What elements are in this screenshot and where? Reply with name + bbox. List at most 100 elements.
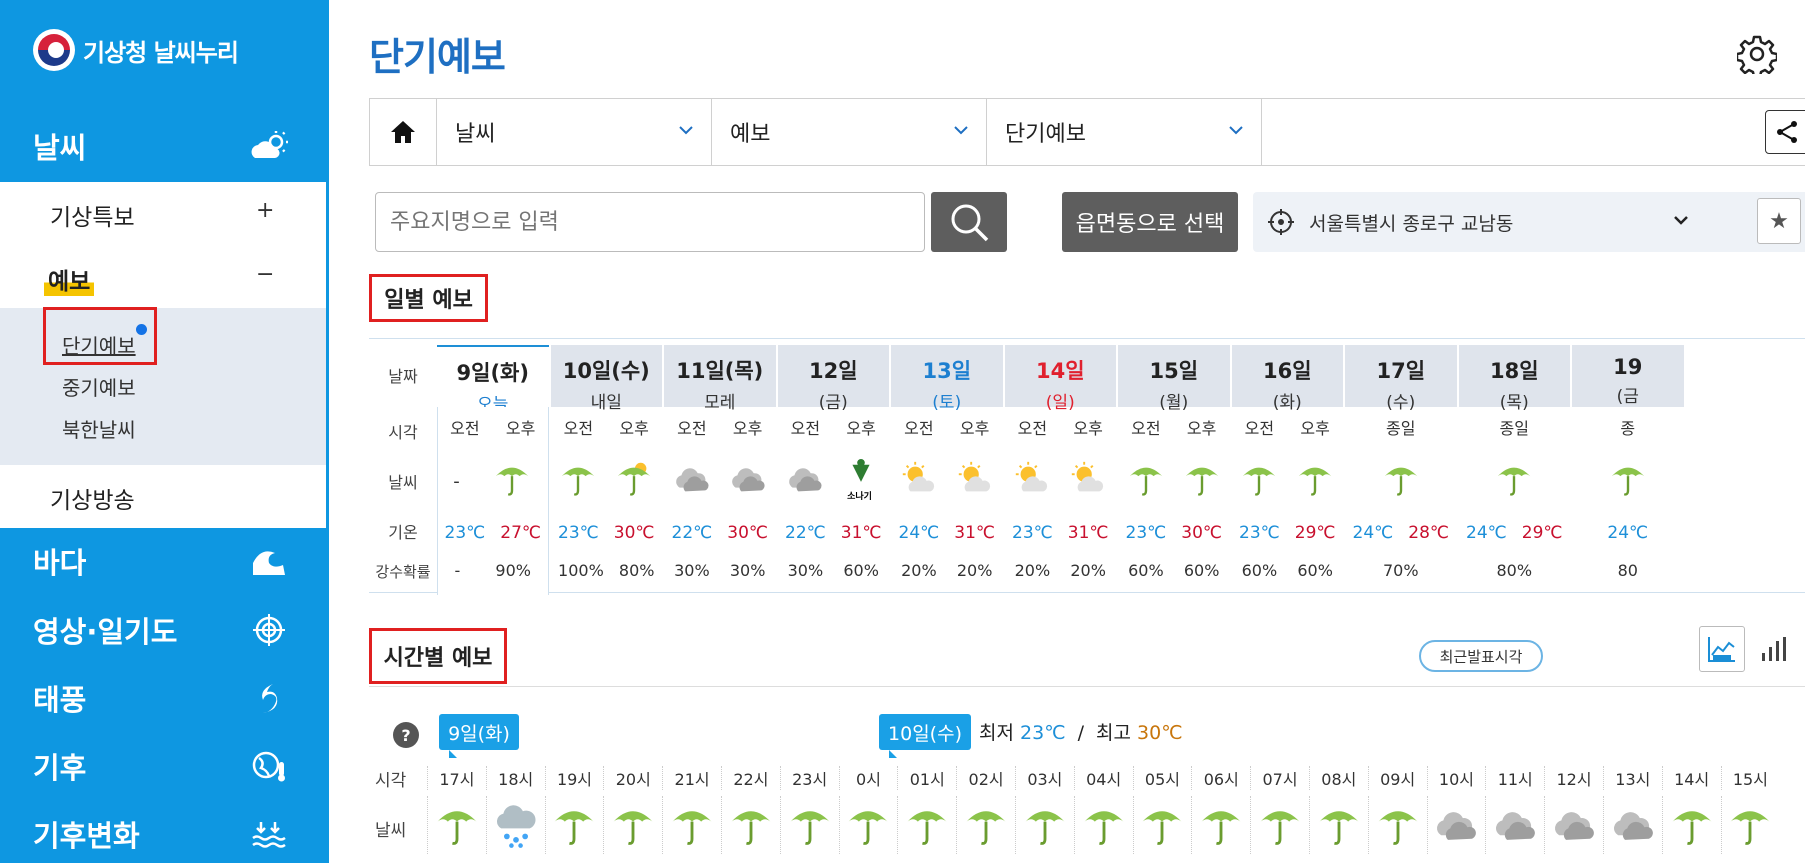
temp-row: 22℃ 31℃ — [778, 523, 890, 543]
umbrella-icon — [1191, 796, 1250, 854]
cloud-sun-icon — [251, 131, 288, 158]
day-date: 18일 — [1489, 359, 1539, 383]
no-data-icon: - — [453, 470, 460, 492]
location-select[interactable]: 서울특별시 종로구 교남동 — [1253, 192, 1805, 252]
hour-label: 15시 — [1720, 766, 1780, 790]
sidebar: 기상청 날씨누리 날씨 기상특보 + 예보 − 단기예보 중기예보 북한날씨 기… — [0, 0, 329, 863]
menu-weather-label: 날씨 — [33, 131, 87, 165]
sun-cloud-icon — [955, 459, 995, 503]
day-header: 11일(목) 모레 — [664, 345, 776, 413]
day-column: 16일 (화) 오전 오후 23℃ 29℃ 60% 60% — [1231, 345, 1343, 595]
pop-value: 30% — [729, 561, 766, 580]
umbrella-icon — [1014, 796, 1074, 854]
section-divider — [369, 686, 1805, 687]
submenu-item-broadcast[interactable]: 기상방송 — [50, 481, 135, 515]
hour-label: 10시 — [1426, 766, 1486, 790]
logo-text: 기상청 날씨누리 — [83, 38, 239, 67]
umbrella-icon — [1250, 796, 1309, 854]
day-tag-tomorrow: 10일(수) — [879, 714, 971, 758]
menu-climate-change[interactable]: 기후변화 — [0, 800, 329, 868]
min-temp: 23℃ — [1012, 523, 1053, 543]
day-sub: (금) — [818, 393, 848, 413]
allday-label: 종일 — [1499, 419, 1529, 438]
day-header: 15일 (월) — [1118, 345, 1230, 413]
home-button[interactable] — [369, 99, 437, 165]
day-date: 11일(목) — [676, 359, 764, 383]
weather-row — [1459, 457, 1571, 505]
hour-label: 02시 — [956, 766, 1015, 790]
search-input[interactable] — [375, 192, 925, 252]
pop-value: 90% — [495, 561, 531, 580]
day-sub: (화) — [1272, 393, 1302, 413]
pop-row: - 90% — [437, 561, 549, 580]
hour-label: 23시 — [779, 766, 839, 790]
day-sub: (목) — [1499, 393, 1529, 413]
day-header: 12일 (금) — [777, 345, 889, 413]
min-temp: 24℃ — [1466, 523, 1507, 543]
breadcrumb-select-weather[interactable]: 날씨 — [437, 99, 712, 165]
share-button[interactable] — [1765, 110, 1805, 154]
help-icon[interactable]: ? — [393, 722, 419, 748]
menu-image-chart[interactable]: 영상·일기도 — [0, 596, 329, 664]
weather-row: 소나기 — [778, 457, 890, 505]
star-icon: ★ — [1769, 208, 1789, 234]
umbrella-icon — [662, 796, 721, 854]
gear-icon[interactable] — [1737, 34, 1777, 74]
submenu-item-warnings[interactable]: 기상특보 — [50, 198, 135, 232]
globe-thermometer-icon — [252, 751, 285, 782]
chevron-down-icon — [1229, 126, 1243, 135]
recent-announce-button[interactable]: 최근발표시각 — [1419, 640, 1543, 672]
umbrella-icon — [1381, 459, 1421, 503]
radar-icon — [253, 614, 285, 646]
temp-row: 23℃ 30℃ — [551, 523, 663, 543]
emd-select-button[interactable]: 읍면동으로 선택 — [1062, 192, 1238, 252]
breadcrumb-select-forecast[interactable]: 예보 — [712, 99, 987, 165]
day-date: 16일 — [1262, 359, 1312, 383]
expand-icon[interactable]: + — [256, 198, 274, 223]
chevron-down-icon — [679, 126, 693, 135]
row-label-time: 시각 — [388, 423, 418, 442]
menu-weather[interactable]: 날씨 — [0, 112, 329, 180]
submenu-item-north-korea[interactable]: 북한날씨 — [62, 414, 136, 443]
collapse-icon[interactable]: − — [256, 262, 274, 287]
max-temp: 27℃ — [500, 523, 541, 543]
graph-view-button[interactable] — [1699, 626, 1745, 672]
submenu-item-forecast[interactable]: 예보 — [44, 262, 95, 296]
ampm-label: 오후 — [1073, 419, 1103, 438]
site-logo[interactable]: 기상청 날씨누리 — [33, 28, 239, 72]
bar-view-button[interactable] — [1751, 626, 1797, 672]
pop-value: - — [454, 561, 461, 580]
umbrella-sun-icon — [614, 459, 654, 503]
day-date: 19 — [1613, 355, 1643, 379]
menu-climate[interactable]: 기후 — [0, 732, 329, 800]
search-button[interactable] — [931, 192, 1007, 252]
breadcrumb-select-short-term[interactable]: 단기예보 — [987, 99, 1262, 165]
menu-climate-label: 기후 — [33, 751, 87, 785]
min-temp: 23℃ — [444, 523, 486, 543]
crosshair-icon — [1268, 209, 1294, 235]
day-column: 10일(수) 내일 오전 오후 23℃ 30℃ 100% 80% — [550, 345, 663, 595]
hour-label: 03시 — [1014, 766, 1074, 790]
hourly-row-label-weather: 날씨 — [375, 821, 407, 841]
day-column: 12일 (금) 오전 오후 소나기 22℃ 31℃ 30% 60% — [777, 345, 890, 595]
umbrella-icon — [1367, 796, 1427, 854]
pop-value: 20% — [1014, 561, 1051, 580]
day-column: 17일 (수) 종일 24℃ 28℃ 70% — [1345, 345, 1457, 595]
menu-sea[interactable]: 바다 — [0, 527, 329, 595]
main-content: 단기예보 날씨 예보 단기예보 읍면동으로 선택 서울특별시 종로구 교남동 ★… — [329, 0, 1805, 863]
row-label-date: 날짜 — [388, 367, 418, 386]
pop-value: 20% — [956, 561, 993, 580]
submenu-item-mid-term[interactable]: 중기예보 — [62, 372, 136, 401]
menu-typhoon[interactable]: 태풍 — [0, 664, 329, 732]
day-date: 14일 — [1035, 359, 1085, 383]
day-header: 17일 (수) — [1345, 345, 1457, 413]
max-temp: 30℃ — [613, 523, 655, 543]
ampm-row: 오전 오후 — [551, 415, 663, 439]
favorite-button[interactable]: ★ — [1757, 198, 1801, 244]
pop-row: 30% 60% — [778, 561, 890, 580]
umbrella-icon — [1073, 796, 1133, 854]
hour-label: 07시 — [1250, 766, 1309, 790]
hour-label: 19시 — [544, 766, 604, 790]
day-column: 13일 (토) 오전 오후 24℃ 31℃ 20% 20% — [891, 345, 1003, 595]
umbrella-icon — [897, 796, 956, 854]
